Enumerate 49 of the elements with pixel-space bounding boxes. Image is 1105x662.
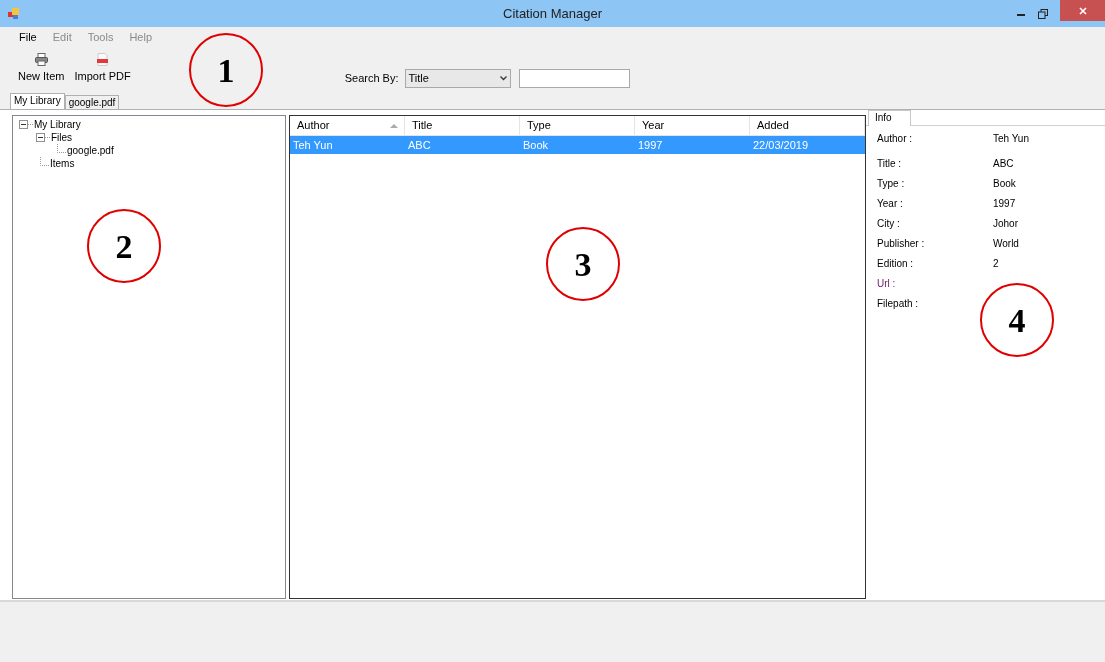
tree-node[interactable]: Files xyxy=(51,130,73,145)
chevron-down-icon xyxy=(499,76,507,81)
column-header[interactable]: Type xyxy=(520,116,635,135)
tree-node[interactable]: Items xyxy=(50,156,75,171)
column-header[interactable]: Year xyxy=(635,116,750,135)
field-value: World xyxy=(993,237,1019,251)
field-value: 2 xyxy=(993,257,999,271)
minus-box-icon[interactable] xyxy=(19,120,28,129)
minus-box-icon[interactable] xyxy=(36,133,45,142)
field-value: ABC xyxy=(993,157,1014,171)
field-label: Type : xyxy=(877,177,906,191)
app-icon xyxy=(8,7,20,20)
field-label: Filepath : xyxy=(877,297,920,311)
field-label: City : xyxy=(877,217,901,231)
close-icon xyxy=(1078,6,1087,15)
table-cell-text: 1997 xyxy=(637,138,664,153)
search-dropdown[interactable]: Title xyxy=(404,69,511,88)
field-value: Teh Yun xyxy=(993,132,1029,146)
tab[interactable]: My Library xyxy=(10,93,65,109)
field-value: 1997 xyxy=(993,197,1016,211)
table-cell-text: Book xyxy=(522,138,550,153)
search-field[interactable] xyxy=(518,69,630,88)
tab[interactable]: Info xyxy=(868,110,911,126)
field-label: Url : xyxy=(877,277,897,291)
tree-node[interactable]: google.pdf xyxy=(67,143,114,158)
tree-node[interactable]: My Library xyxy=(34,117,81,132)
field-label: Author : xyxy=(877,132,914,146)
table-cell-text: 22/03/2019 xyxy=(752,138,810,153)
column-header[interactable]: Added xyxy=(750,116,865,135)
column-header[interactable]: Author xyxy=(290,116,405,135)
restore-icon[interactable] xyxy=(1038,8,1048,19)
field-label: Title : xyxy=(877,157,903,171)
field-label: Edition : xyxy=(877,257,915,271)
field-value: Johor xyxy=(993,217,1018,231)
window-title: Citation Manager xyxy=(502,4,603,23)
menu-item[interactable]: File xyxy=(19,28,37,46)
field-label: Year : xyxy=(877,197,904,211)
minimize-icon[interactable] xyxy=(1017,14,1025,17)
column-header[interactable]: Title xyxy=(405,116,520,135)
toolbar-button[interactable]: New Item xyxy=(18,53,65,85)
table-cell-text: Teh Yun xyxy=(292,138,334,153)
table-cell-text: ABC xyxy=(407,138,432,153)
field-label: Publisher : xyxy=(877,237,926,251)
search-label: Search By: xyxy=(344,71,399,87)
field-value: Book xyxy=(993,177,1016,191)
toolbar-button[interactable]: Import PDF xyxy=(74,53,131,85)
pdf-icon xyxy=(96,53,110,66)
tab[interactable]: google.pdf xyxy=(64,95,120,109)
printer-icon xyxy=(34,53,48,66)
